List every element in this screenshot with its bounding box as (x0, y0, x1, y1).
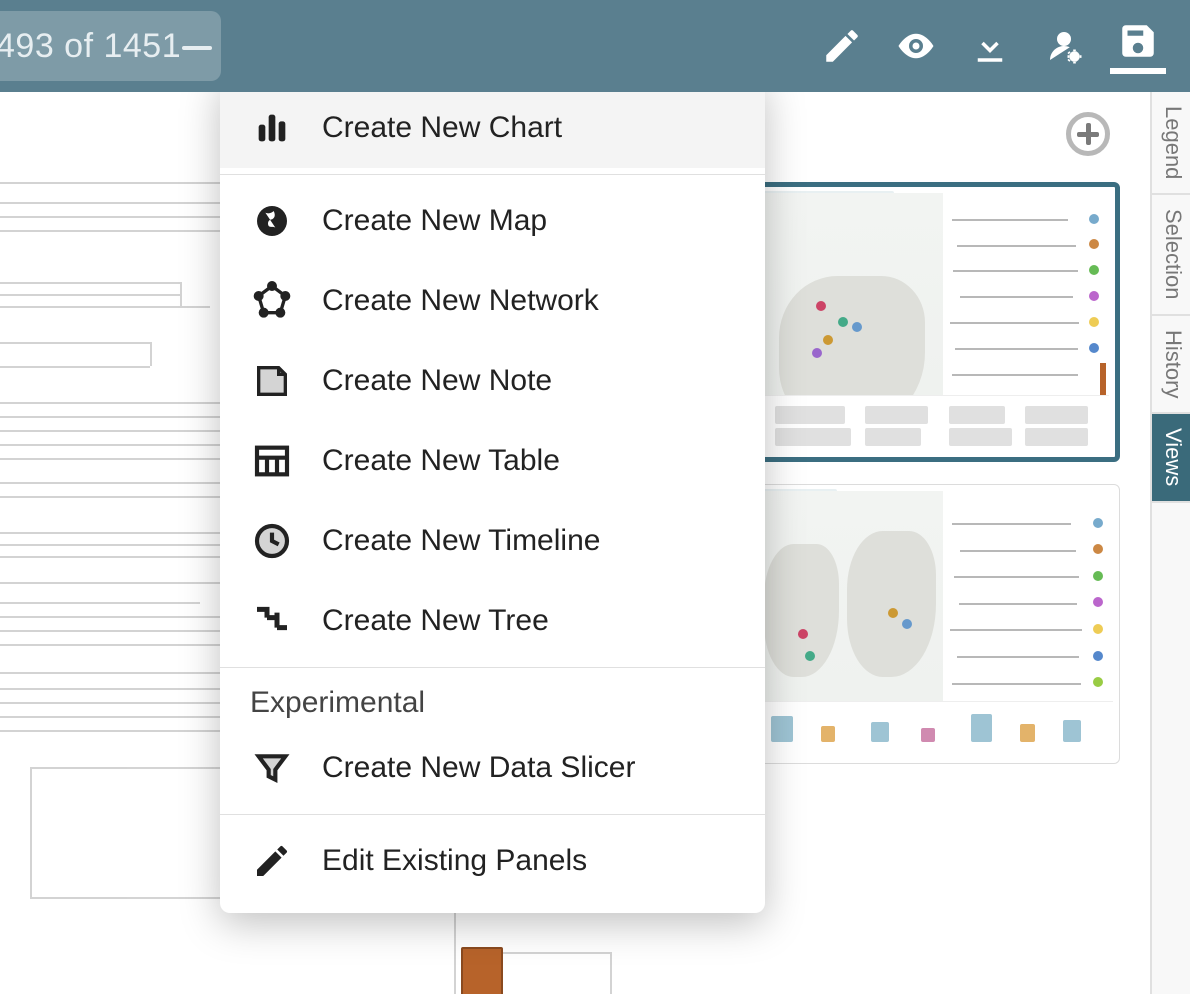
menu-item-label: Create New Data Slicer (322, 751, 635, 785)
tab-selection[interactable]: Selection (1152, 195, 1190, 316)
menu-item-label: Create New Network (322, 284, 599, 318)
clock-icon (250, 519, 294, 563)
menu-item-timeline[interactable]: Create New Timeline (220, 501, 765, 581)
menu-item-map[interactable]: Create New Map (220, 181, 765, 261)
thumbnail-footer (757, 701, 1113, 757)
tab-views[interactable]: Views (1152, 414, 1190, 502)
note-icon (250, 359, 294, 403)
menu-item-table[interactable]: Create New Table (220, 421, 765, 501)
globe-icon (250, 199, 294, 243)
table-icon (250, 439, 294, 483)
pencil-icon (250, 839, 294, 883)
eye-icon[interactable] (888, 18, 944, 74)
menu-item-edit-panels[interactable]: Edit Existing Panels (220, 821, 765, 901)
topbar: 493 of 1451 (0, 0, 1190, 92)
funnel-icon (250, 746, 294, 790)
menu-item-label: Create New Chart (322, 111, 562, 145)
download-icon[interactable] (962, 18, 1018, 74)
network-icon (250, 279, 294, 323)
main: olombia (0, 92, 1190, 994)
menu-item-label: Edit Existing Panels (322, 844, 587, 878)
menu-item-label: Create New Timeline (322, 524, 600, 558)
menu-item-network[interactable]: Create New Network (220, 261, 765, 341)
menu-group-experimental: Experimental (220, 674, 765, 728)
menu-item-label: Create New Table (322, 444, 560, 478)
user-settings-icon[interactable] (1036, 18, 1092, 74)
add-panel-button[interactable] (1066, 112, 1110, 156)
edit-pencil-icon[interactable] (814, 18, 870, 74)
menu-item-chart[interactable]: Create New Chart (220, 92, 765, 168)
bar-chart-icon (250, 106, 294, 150)
side-tabs: Legend Selection History Views (1150, 92, 1190, 994)
view-thumbnail[interactable]: olombia (750, 182, 1120, 462)
filter-count: 493 of 1451 (0, 27, 181, 66)
tab-legend[interactable]: Legend (1152, 92, 1190, 195)
filter-pill[interactable]: 493 of 1451 (0, 11, 221, 81)
canvas: olombia (0, 92, 1150, 994)
thumbnail-footer (761, 395, 1109, 451)
create-panel-menu: Create New Chart Create New Map Create N… (220, 92, 765, 913)
menu-item-label: Create New Tree (322, 604, 549, 638)
tree-icon (250, 599, 294, 643)
menu-item-slicer[interactable]: Create New Data Slicer (220, 728, 765, 808)
view-thumbnail[interactable]: obal (750, 484, 1120, 764)
save-icon[interactable] (1110, 18, 1166, 74)
menu-item-label: Create New Note (322, 364, 552, 398)
view-thumbnails: olombia (750, 182, 1120, 764)
tab-history[interactable]: History (1152, 316, 1190, 414)
menu-item-tree[interactable]: Create New Tree (220, 581, 765, 661)
menu-item-label: Create New Map (322, 204, 547, 238)
tree-branch-highlight (461, 947, 503, 994)
menu-item-note[interactable]: Create New Note (220, 341, 765, 421)
